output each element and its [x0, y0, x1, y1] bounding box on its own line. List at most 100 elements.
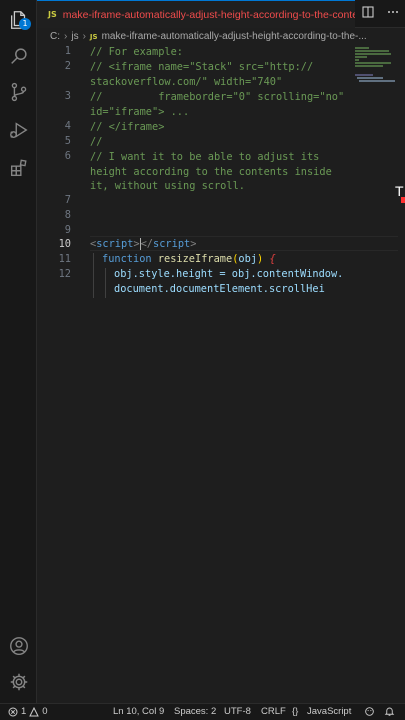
minimap-line: [355, 65, 383, 67]
minimap-line: [359, 80, 395, 82]
line-number-gutter: 1 2 3 4 5 6 7 8 9 10 11 12: [37, 45, 85, 703]
code-line-2-wrap: stackoverflow.com/" width="740": [90, 76, 283, 88]
error-count: 1: [21, 706, 27, 717]
minimap-line: [355, 50, 389, 52]
run-debug-button[interactable]: [0, 112, 37, 148]
extensions-icon: [10, 159, 27, 177]
code-line-6-wrap2: it, without using scroll.: [90, 180, 245, 192]
breadcrumb: C: › js › JS make-iframe-automatically-a…: [37, 28, 405, 45]
token: obj: [238, 253, 258, 265]
code-line-11: function resizeIframe(obj) {: [102, 252, 276, 266]
line-number: 6: [64, 150, 71, 162]
code-line-2: // <iframe name="Stack" src="http://: [90, 61, 314, 73]
minimap-line: [357, 77, 383, 79]
chevron-right-icon: ›: [64, 31, 68, 42]
search-button[interactable]: [0, 38, 37, 74]
line-number: 5: [64, 135, 71, 147]
line-number: 3: [64, 90, 71, 102]
token: function: [102, 253, 152, 265]
minimap-line: [355, 74, 373, 76]
line-number: 7: [64, 194, 71, 206]
js-file-icon: JS: [48, 10, 57, 19]
more-actions-icon[interactable]: [387, 6, 399, 22]
feedback-button[interactable]: [364, 706, 375, 720]
source-control-button[interactable]: [0, 74, 37, 110]
code-line-12: obj.style.height = obj.contentWindow.: [114, 267, 343, 281]
editor-tab[interactable]: JS make-iframe-automatically-adjust-heig…: [37, 0, 355, 28]
language-mode[interactable]: JavaScript: [307, 706, 351, 717]
bell-icon: [384, 707, 395, 716]
token: resizeIframe: [157, 253, 233, 265]
js-file-icon: JS: [89, 32, 98, 41]
split-editor-icon[interactable]: [361, 6, 374, 22]
overflow-peek-text: T: [395, 183, 404, 199]
indentation[interactable]: Spaces: 2: [174, 706, 216, 717]
breadcrumb-file[interactable]: make-iframe-automatically-adjust-height-…: [102, 31, 367, 42]
line-number-active: 10: [58, 238, 71, 250]
code-line-3-wrap: id="iframe"> ...: [90, 106, 190, 118]
minimap-line: [355, 59, 359, 61]
warning-icon: [29, 706, 40, 716]
feedback-icon: [365, 707, 374, 716]
minimap[interactable]: [355, 45, 397, 165]
token: >: [190, 238, 197, 250]
code-line-10: <script></script>: [90, 237, 196, 251]
token: .style.height = obj.contentWindow.: [132, 268, 344, 280]
notifications-button[interactable]: [384, 706, 395, 720]
code-line-6: // I want it to be able to adjust its: [90, 151, 320, 163]
explorer-badge: 1: [19, 18, 31, 30]
encoding[interactable]: UTF-8: [224, 706, 251, 717]
source-control-icon: [11, 82, 26, 102]
indent-guide: [105, 268, 106, 298]
warning-count: 0: [42, 706, 48, 717]
status-bar: 1 0 Ln 10, Col 9 Spaces: 2 UTF-8 CRLF {}…: [0, 703, 405, 720]
explorer-button[interactable]: 1: [0, 2, 37, 38]
vertical-scrollbar[interactable]: [398, 45, 405, 703]
extensions-button[interactable]: [0, 150, 37, 186]
line-number: 11: [58, 253, 71, 265]
code-line-3: // frameborder="0" scrolling="no": [90, 91, 345, 103]
line-number: 1: [64, 45, 71, 57]
breadcrumb-folder[interactable]: js: [71, 31, 78, 42]
minimap-line: [355, 47, 369, 49]
account-button[interactable]: [0, 628, 37, 664]
minimap-line: [355, 53, 391, 55]
language-braces-icon: {}: [292, 706, 299, 717]
line-number: 2: [64, 60, 71, 72]
minimap-line: [355, 56, 367, 58]
account-icon: [9, 637, 28, 655]
token: ): [257, 253, 264, 265]
code-line-5: //: [90, 136, 103, 148]
token: script: [96, 238, 134, 250]
code-area[interactable]: // For example: // <iframe name="Stack" …: [90, 45, 405, 703]
line-ending[interactable]: CRLF: [261, 706, 286, 717]
breadcrumb-drive[interactable]: C:: [50, 31, 60, 42]
code-line-6-wrap: height according to the contents inside: [90, 166, 332, 178]
line-number: 4: [64, 120, 71, 132]
search-icon: [10, 48, 27, 64]
cursor-position[interactable]: Ln 10, Col 9: [113, 706, 164, 717]
token: obj: [114, 268, 133, 280]
activity-bar: 1: [0, 0, 37, 703]
code-line-1: // For example:: [90, 46, 183, 58]
tab-bar: JS make-iframe-automatically-adjust-heig…: [37, 0, 405, 28]
code-editor[interactable]: 1 2 3 4 5 6 7 8 9 10 11 12 // For exampl…: [37, 45, 405, 703]
code-line-12-wrap: document.documentElement.scrollHei: [114, 283, 325, 295]
tab-actions: [355, 0, 405, 28]
token: </: [140, 238, 154, 250]
handwritten-brace-annotation: {: [269, 253, 276, 265]
problems-indicator[interactable]: 1 0: [8, 706, 48, 717]
settings-gear-icon: [10, 673, 27, 691]
minimap-line: [355, 62, 391, 64]
tab-title: make-iframe-automatically-adjust-height-…: [62, 8, 355, 21]
settings-button[interactable]: [0, 664, 37, 700]
chevron-right-icon: ›: [82, 31, 86, 42]
line-number: 12: [58, 268, 71, 280]
run-debug-icon: [9, 122, 28, 139]
code-line-4: // </iframe>: [90, 121, 165, 133]
line-number: 9: [64, 224, 71, 236]
line-number: 8: [64, 209, 71, 221]
indent-guide: [93, 253, 94, 298]
error-icon: [8, 707, 18, 716]
token: script: [153, 238, 191, 250]
